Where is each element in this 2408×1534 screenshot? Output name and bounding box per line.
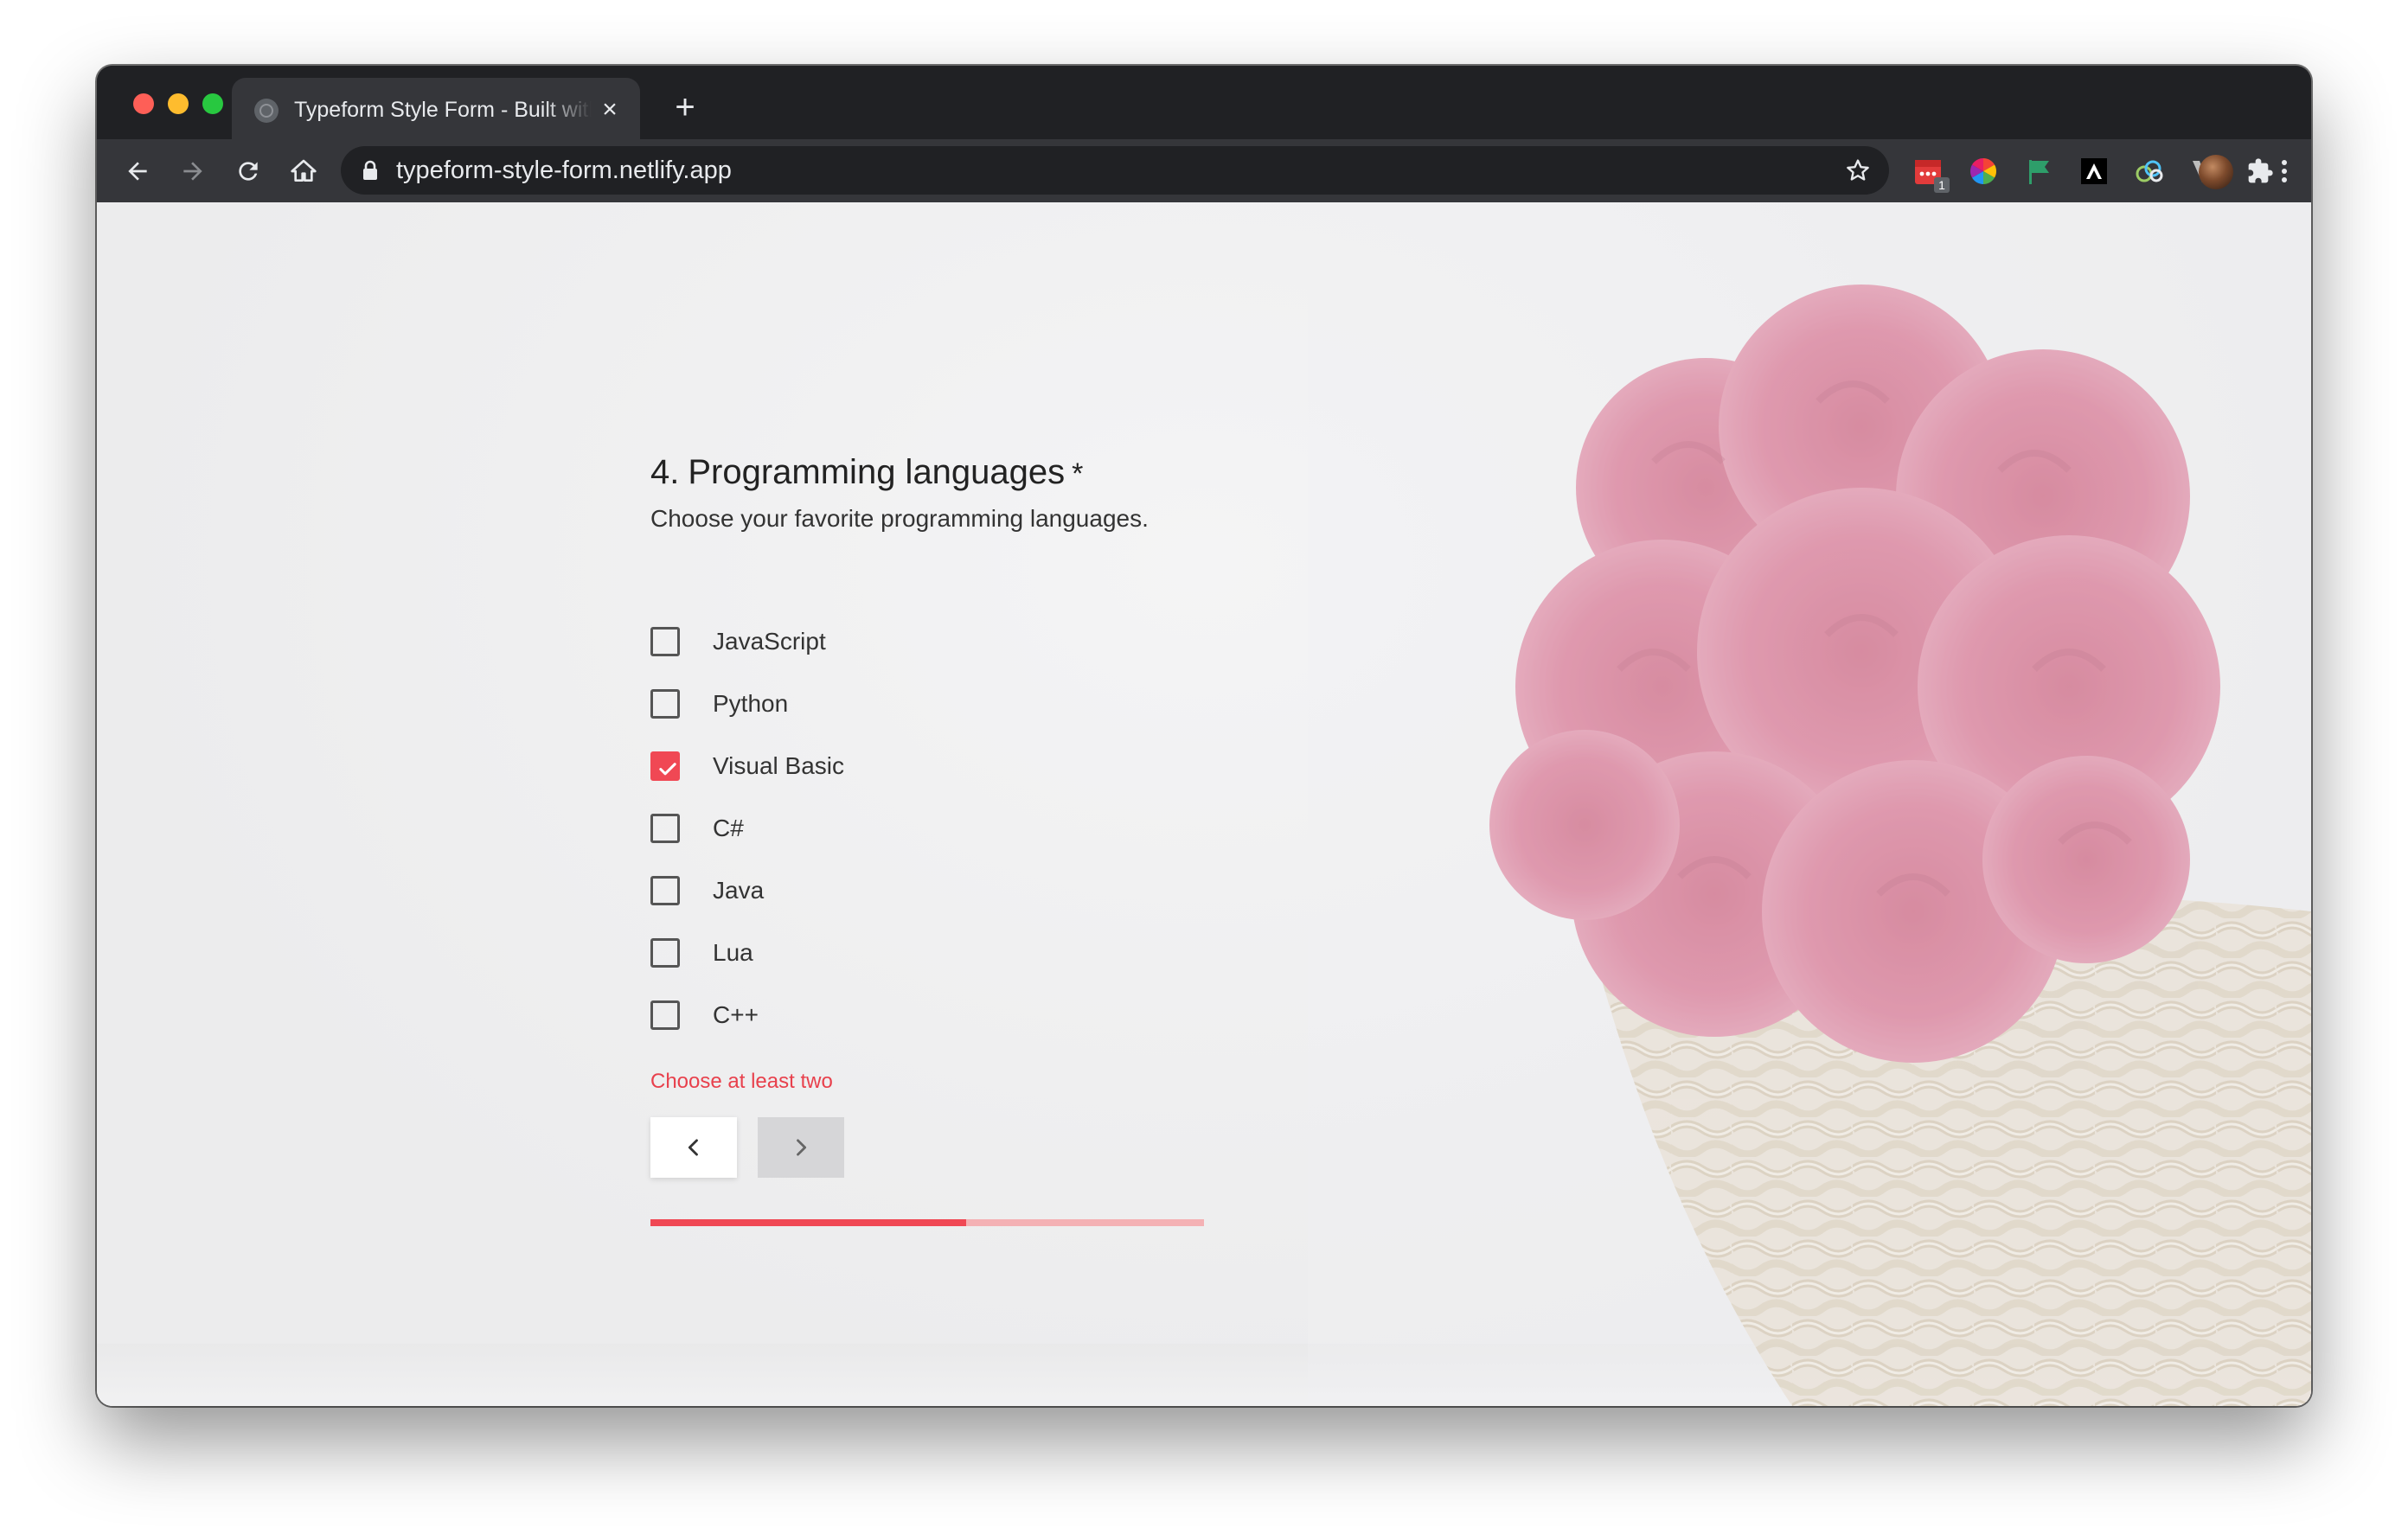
tab-title: Typeform Style Form - Built with React	[294, 98, 592, 122]
option-lua[interactable]: Lua	[650, 936, 753, 970]
extension-badge: 1	[1934, 177, 1950, 193]
option-python[interactable]: Python	[650, 687, 788, 721]
cloud-extension-icon[interactable]	[2133, 155, 2166, 188]
option-label: Lua	[713, 939, 753, 966]
browser-menu-button[interactable]	[2266, 153, 2302, 189]
option-label: Visual Basic	[713, 752, 845, 779]
reload-button[interactable]	[230, 153, 266, 189]
option-label: C++	[713, 1001, 759, 1028]
next-button[interactable]	[758, 1117, 844, 1178]
chevron-left-icon	[688, 1139, 698, 1156]
previous-button[interactable]	[650, 1117, 737, 1178]
back-button[interactable]	[119, 153, 156, 189]
forward-button[interactable]	[175, 153, 211, 189]
bookmark-star-icon[interactable]	[1844, 157, 1872, 184]
color-wheel-extension-icon[interactable]	[1967, 155, 2000, 188]
option-java[interactable]: Java	[650, 873, 764, 908]
home-button[interactable]	[285, 153, 322, 189]
option-label: Python	[713, 690, 789, 717]
page-viewport: 4. Programming languages * Choose your fav…	[97, 202, 2311, 1406]
profile-avatar[interactable]	[2199, 155, 2233, 189]
url-text: typeform-style-form.netlify.app	[396, 157, 732, 184]
option-label: Java	[713, 877, 765, 904]
checkbox-checked[interactable]	[650, 751, 680, 781]
browser-window: Typeform Style Form - Built with React ×…	[97, 66, 2311, 1406]
browser-toolbar: typeform-style-form.netlify.app 1	[97, 139, 2311, 202]
close-tab-icon[interactable]: ×	[595, 95, 624, 125]
required-mark: *	[1072, 457, 1084, 490]
reload-icon	[239, 162, 258, 181]
checkbox[interactable]	[650, 876, 680, 905]
question-number: 4.	[650, 453, 680, 491]
kebab-menu-icon	[2282, 160, 2287, 182]
flower-basket-photo	[1308, 202, 2311, 1406]
mountain-extension-icon[interactable]	[2078, 155, 2110, 188]
chevron-right-icon	[797, 1139, 807, 1156]
option-csharp[interactable]: C#	[650, 811, 744, 846]
progress-fill	[650, 1219, 966, 1226]
close-window-button[interactable]	[133, 93, 154, 114]
checkbox[interactable]	[650, 814, 680, 843]
address-bar[interactable]: typeform-style-form.netlify.app	[341, 146, 1889, 195]
calendar-extension-icon[interactable]: 1	[1912, 155, 1950, 193]
tab-strip: Typeform Style Form - Built with React ×…	[97, 66, 2311, 139]
flag-extension-icon[interactable]	[2022, 155, 2055, 188]
home-icon	[291, 159, 317, 182]
arrow-left-icon	[128, 162, 147, 181]
question-title: 4. Programming languages *	[650, 453, 1083, 492]
option-label: C#	[713, 815, 744, 841]
minimize-window-button[interactable]	[168, 93, 189, 114]
option-visual-basic[interactable]: Visual Basic	[650, 749, 844, 783]
lock-icon	[363, 160, 377, 180]
checkbox[interactable]	[650, 938, 680, 968]
question-description: Choose your favorite programming languag…	[650, 505, 1149, 532]
checkmark-icon	[659, 763, 676, 776]
option-cpp[interactable]: C++	[650, 998, 759, 1032]
new-tab-button[interactable]: +	[669, 90, 701, 125]
zoom-window-button[interactable]	[202, 93, 223, 114]
checkbox[interactable]	[650, 627, 680, 656]
browser-tab[interactable]: Typeform Style Form - Built with React ×	[232, 78, 640, 139]
progress-bar	[650, 1219, 1204, 1226]
option-label: JavaScript	[713, 628, 826, 655]
checkbox[interactable]	[650, 689, 680, 719]
option-javascript[interactable]: JavaScript	[650, 624, 826, 659]
validation-error: Choose at least two	[650, 1070, 833, 1093]
checkbox[interactable]	[650, 1000, 680, 1030]
question-text: Programming languages	[688, 453, 1066, 491]
globe-icon	[254, 99, 279, 123]
arrow-right-icon	[183, 162, 202, 181]
